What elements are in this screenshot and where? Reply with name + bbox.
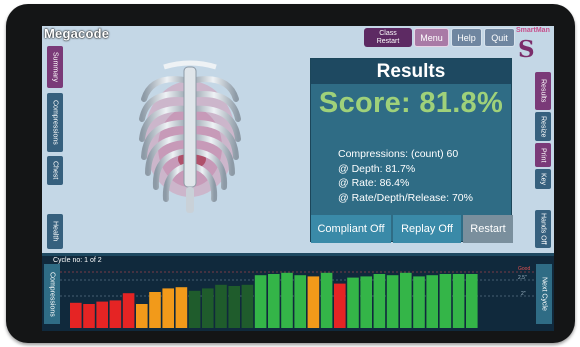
compression-bar — [334, 283, 346, 328]
scale-label-good: Good — [518, 266, 531, 272]
compression-bar — [320, 272, 333, 328]
stat-depth: @ Depth: 81.7% — [338, 162, 416, 175]
compression-bar — [400, 272, 412, 328]
compression-bar — [373, 274, 386, 328]
compression-bar — [466, 274, 478, 328]
scale-label-2-5: 2.5" — [518, 275, 527, 281]
app-title: Megacode — [44, 26, 110, 41]
compression-bar — [83, 304, 95, 328]
next-cycle-button[interactable]: Next Cycle — [536, 264, 552, 324]
results-header: Results — [311, 59, 511, 84]
compression-bar — [175, 287, 188, 328]
compression-bar — [413, 276, 425, 328]
compression-bar — [228, 286, 240, 328]
logo-text: SmartMan — [516, 27, 550, 34]
compression-bar — [241, 284, 254, 328]
logo-s-glyph: S — [518, 36, 535, 63]
tab-print-label: Print — [539, 147, 547, 163]
compression-bar — [360, 276, 372, 328]
compression-bar — [122, 293, 135, 328]
compressions-chart-tab-label: Compressions — [48, 271, 56, 317]
compression-bar — [347, 277, 359, 328]
compressions-chart-tab[interactable]: Compressions — [44, 264, 60, 324]
compression-bar — [307, 276, 320, 328]
menu-button[interactable]: Menu — [414, 28, 449, 47]
compression-bar — [109, 300, 122, 328]
quit-button[interactable]: Quit — [484, 28, 515, 47]
compression-bar — [215, 284, 227, 328]
compression-bar-chart — [60, 271, 534, 328]
tab-hands-off-label: Hands Off — [539, 213, 547, 245]
tab-chest[interactable]: Chest — [47, 156, 63, 185]
tab-results[interactable]: Results — [535, 72, 551, 110]
compression-bar — [439, 274, 452, 328]
tab-summary-label: Summary — [51, 52, 59, 82]
ribcage-model-image — [139, 60, 241, 213]
results-panel: Results Score: 81.8% Compressions: (coun… — [310, 58, 513, 243]
compression-bar — [268, 274, 280, 328]
tab-resize-label: Resize — [539, 115, 547, 138]
compression-bar — [452, 274, 465, 328]
tab-compressions-label: Compressions — [51, 100, 59, 145]
compression-bar — [386, 275, 399, 328]
tab-health[interactable]: Health — [47, 214, 63, 249]
app-screen: Megacode Class Restart Menu Help Quit Sm… — [42, 26, 554, 331]
compression-bar — [96, 301, 108, 328]
results-stats: Compressions: (count) 60 @ Depth: 81.7% … — [338, 147, 473, 205]
tab-print[interactable]: Print — [535, 143, 551, 167]
score-value: Score: 81.8% — [318, 87, 504, 119]
stat-rate: @ Rate: 86.4% — [338, 177, 410, 189]
compression-bar — [426, 275, 438, 328]
tab-summary[interactable]: Summary — [47, 46, 63, 88]
compliant-toggle-button[interactable]: Compliant Off — [311, 215, 391, 243]
compression-bar — [188, 290, 201, 328]
compression-bar — [136, 304, 148, 328]
scale-label-2: 2" — [521, 291, 526, 297]
class-restart-label-2: Restart — [376, 37, 400, 45]
tablet-frame: Megacode Class Restart Menu Help Quit Sm… — [6, 4, 575, 343]
tab-resize[interactable]: Resize — [535, 112, 551, 141]
compression-chart-panel: Cycle no: 1 of 2 Compressions Good 2.5" … — [42, 256, 554, 331]
stat-compressions: Compressions: (count) 60 — [338, 148, 459, 160]
compression-bar — [149, 292, 161, 328]
class-restart-label-1: Class — [379, 29, 397, 37]
tab-key[interactable]: Key — [535, 169, 551, 189]
tab-health-label: Health — [51, 221, 59, 242]
restart-button[interactable]: Restart — [463, 215, 513, 243]
compression-bar — [294, 275, 306, 328]
compression-bar — [162, 288, 174, 328]
tab-hands-off[interactable]: Hands Off — [535, 210, 551, 248]
tab-key-label: Key — [539, 172, 547, 186]
compression-bar — [70, 302, 82, 328]
replay-toggle-button[interactable]: Replay Off — [393, 215, 461, 243]
help-button[interactable]: Help — [451, 28, 482, 47]
compression-bar — [202, 288, 214, 328]
class-restart-button[interactable]: Class Restart — [364, 28, 412, 47]
compression-bar — [254, 275, 267, 328]
smartman-logo: SmartMan S — [514, 26, 554, 70]
next-cycle-label: Next Cycle — [540, 277, 548, 311]
compression-bar — [281, 272, 293, 328]
tab-results-label: Results — [539, 79, 547, 103]
tab-chest-label: Chest — [51, 161, 59, 180]
stat-rate-depth-release: @ Rate/Depth/Release: 70% — [338, 191, 473, 204]
tab-compressions[interactable]: Compressions — [47, 93, 63, 152]
cycle-number-label: Cycle no: 1 of 2 — [53, 257, 102, 264]
